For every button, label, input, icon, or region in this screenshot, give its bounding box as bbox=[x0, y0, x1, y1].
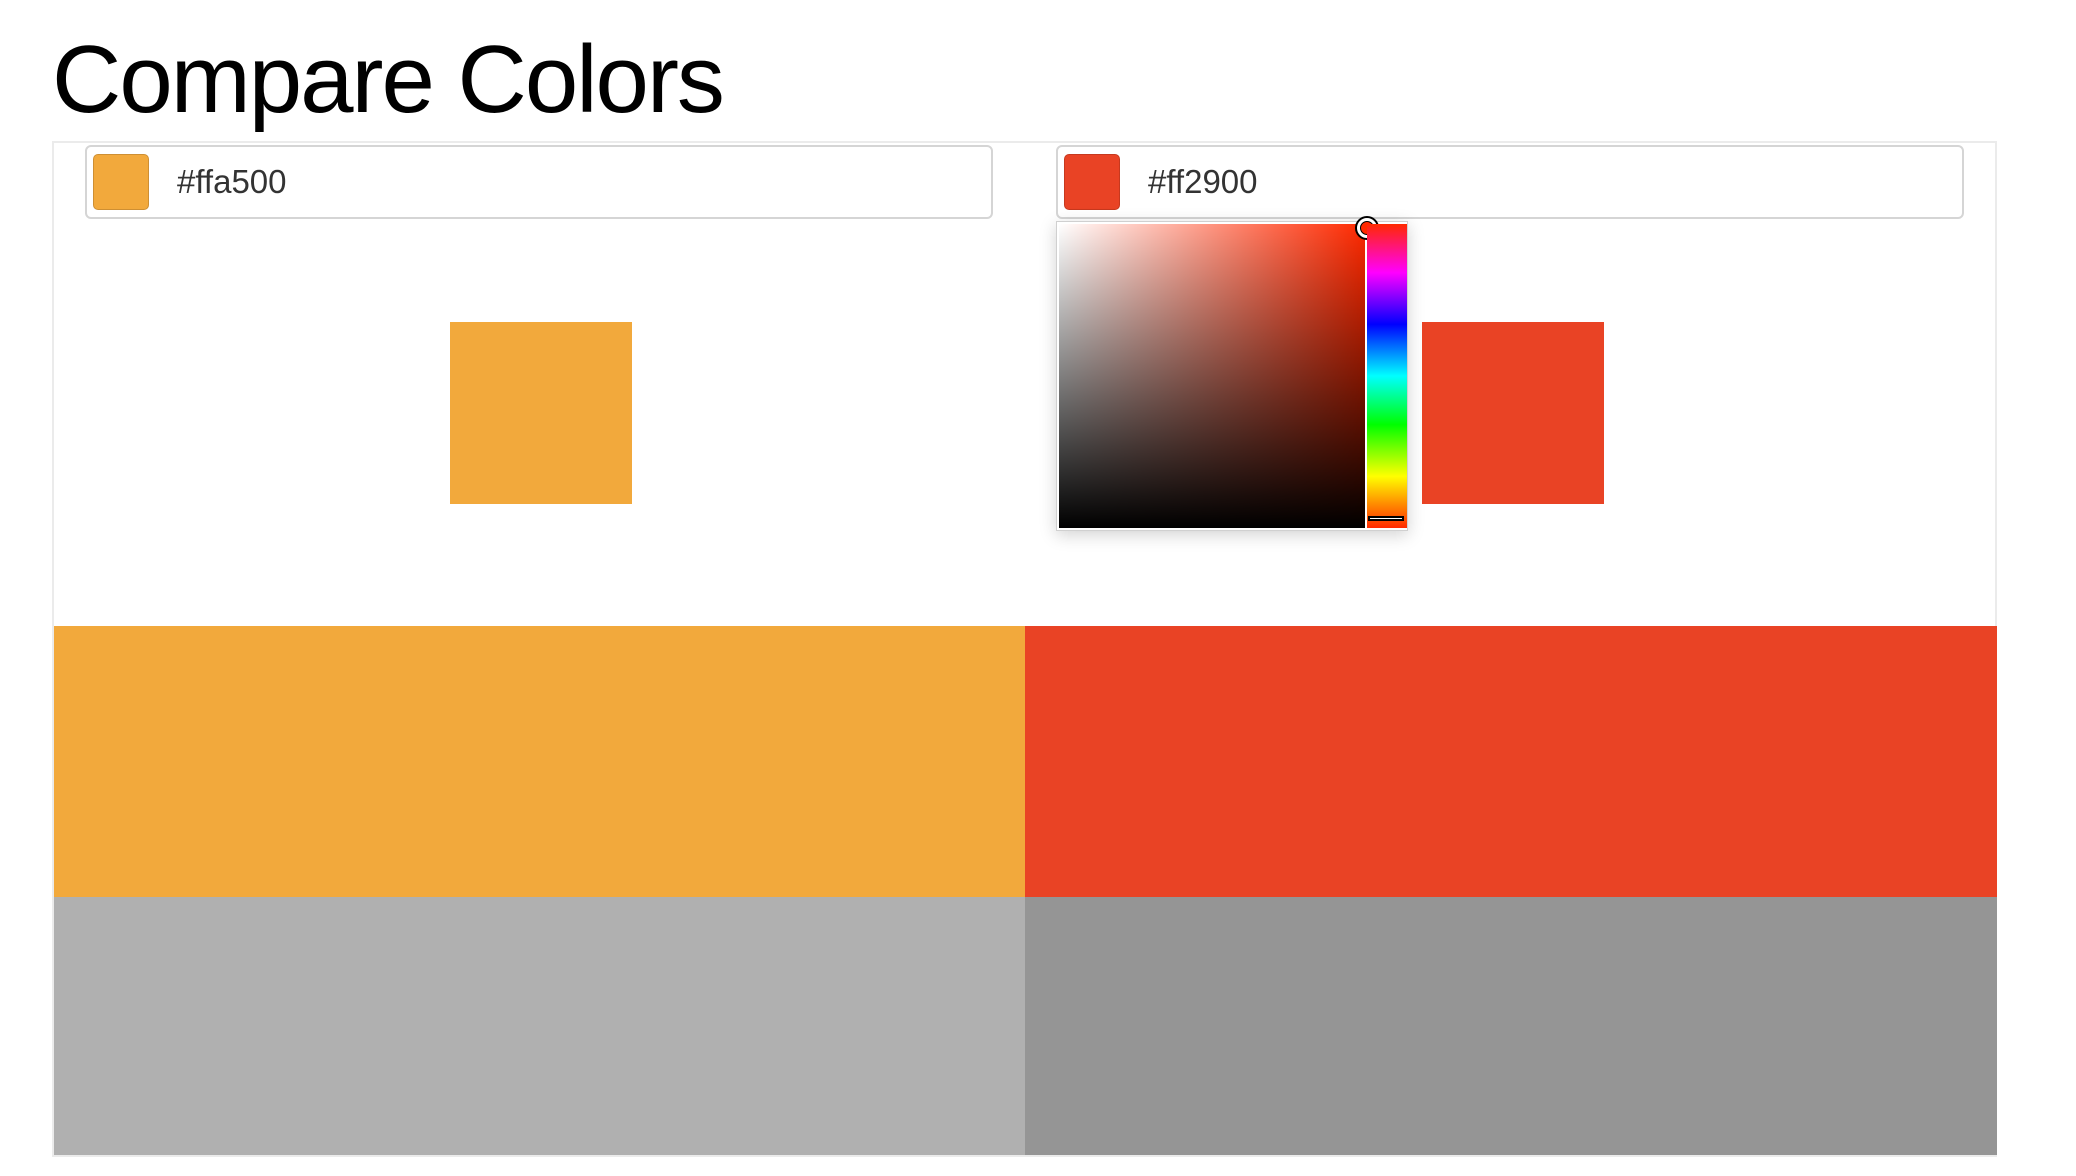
left-grayscale-block bbox=[54, 897, 1025, 1155]
hue-slider[interactable] bbox=[1367, 224, 1407, 528]
left-color-block bbox=[54, 626, 1025, 897]
left-color-swatch-button[interactable] bbox=[93, 154, 149, 210]
left-color-preview-square bbox=[450, 322, 632, 504]
right-hex-field[interactable] bbox=[1148, 163, 1928, 201]
slider-handle-icon[interactable] bbox=[1368, 516, 1404, 521]
compare-board bbox=[52, 141, 1997, 1157]
page-title: Compare Colors bbox=[52, 26, 725, 133]
right-color-block bbox=[1025, 626, 1997, 897]
color-picker-popup bbox=[1056, 216, 1408, 531]
left-color-input[interactable] bbox=[85, 145, 993, 219]
left-color-column bbox=[54, 143, 1025, 1155]
right-grayscale-block bbox=[1025, 897, 1997, 1155]
right-color-preview-square bbox=[1422, 322, 1604, 504]
left-hex-field[interactable] bbox=[177, 163, 957, 201]
right-color-swatch-button[interactable] bbox=[1064, 154, 1120, 210]
right-color-input[interactable] bbox=[1056, 145, 1964, 219]
saturation-value-area[interactable] bbox=[1059, 216, 1379, 528]
